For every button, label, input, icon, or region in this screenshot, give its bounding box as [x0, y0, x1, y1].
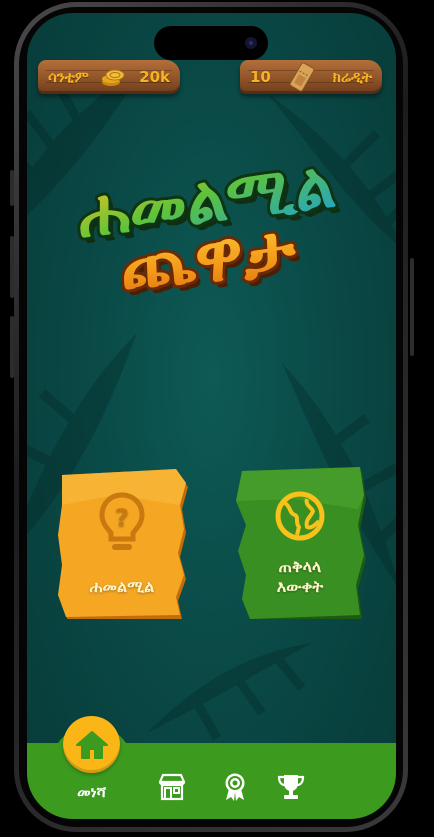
- general-knowledge-card[interactable]: ጠቅላላ እውቀት: [234, 465, 366, 619]
- nav-home-label: መነሻ: [77, 783, 106, 801]
- ticket-icon: [289, 62, 315, 92]
- action-button: [10, 170, 14, 206]
- coins-balance[interactable]: ሳንቲም 20k: [38, 60, 180, 94]
- camera-icon: [245, 37, 257, 49]
- title-line2: ጨዋታ: [117, 209, 300, 306]
- dynamic-island: [154, 26, 268, 60]
- app-screen: ሳንቲም 20k 10 ክሬዲት ሐመልሚል ሐመልሚል ሐመልሚል ጨዋታ ጨ…: [27, 13, 396, 819]
- globe-icon: [275, 491, 325, 541]
- coins-label: ሳንቲም: [48, 68, 89, 86]
- hamelmil-game-card[interactable]: ? ሐመልሚል: [56, 465, 188, 619]
- lightbulb-question-icon: ?: [99, 492, 145, 550]
- coin-stack-icon: [101, 69, 125, 86]
- power-button: [410, 258, 414, 356]
- credits-label: ክሬዲት: [332, 68, 372, 86]
- card-label: ጠቅላላ እውቀት: [276, 557, 324, 596]
- game-title: ሐመልሚል ሐመልሚል ሐመልሚል ጨዋታ ጨዋታ ጨዋታ: [70, 153, 344, 311]
- trophy-icon[interactable]: [277, 773, 305, 801]
- nav-home-button[interactable]: [63, 716, 120, 773]
- award-ribbon-icon[interactable]: [223, 772, 247, 802]
- coins-value: 20k: [139, 68, 170, 86]
- store-icon[interactable]: [158, 773, 186, 801]
- volume-down-button: [10, 316, 14, 378]
- home-icon: [75, 730, 108, 759]
- credits-balance[interactable]: 10 ክሬዲት: [240, 60, 382, 94]
- credits-value: 10: [250, 68, 271, 86]
- volume-up-button: [10, 236, 14, 298]
- card-label: ሐመልሚል: [89, 577, 155, 596]
- svg-text:?: ?: [115, 504, 129, 532]
